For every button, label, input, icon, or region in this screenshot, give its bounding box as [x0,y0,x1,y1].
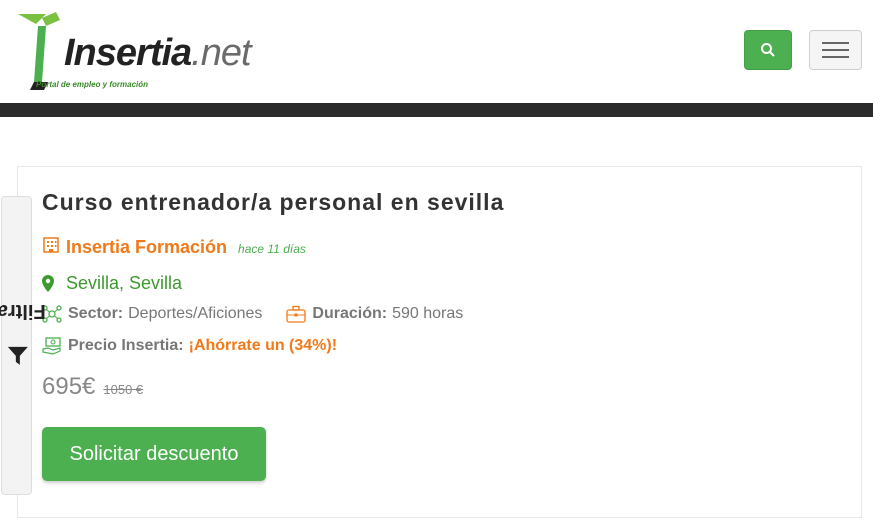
filter-label-wrap: Filtrar [0,259,45,389]
request-discount-button[interactable]: Solicitar descuento [42,427,266,481]
search-icon [761,43,775,57]
current-price: 695€ [42,373,96,400]
location-row: Sevilla, Sevilla [42,273,182,294]
hamburger-icon [822,56,849,58]
location-text[interactable]: Sevilla, Sevilla [66,273,182,294]
duration-label: Duración: [312,305,388,322]
building-icon [43,237,59,253]
posted-time: hace 11 días [238,242,306,256]
duration-value: 590 horas [392,305,464,322]
course-card: Curso entrenador/a personal en sevilla I… [17,166,862,518]
filter-tab[interactable]: Filtrar [0,196,45,495]
menu-toggle-button[interactable] [809,30,862,70]
filter-label: Filtrar [0,299,46,322]
company-row: Insertia Formación hace 11 días [42,235,306,258]
map-pin-icon [42,275,54,292]
original-price: 1050 € [103,382,144,397]
site-header: Insertia.net Portal de empleo y formació… [0,0,873,103]
logo-tagline: Portal de empleo y formación [36,80,149,89]
money-hand-icon [42,337,61,355]
funnel-icon [7,346,27,365]
logo-wordmark: Insertia.net [64,32,252,74]
search-button[interactable] [744,30,792,70]
course-title[interactable]: Curso entrenador/a personal en sevilla [42,189,504,216]
hamburger-icon [822,42,849,44]
briefcase-icon [286,305,307,323]
savings-text: ¡Ahórrate un (34%)! [188,337,338,354]
details-row: Sector: Deportes/Aficiones Duración: 590… [42,305,463,323]
hamburger-icon [822,49,849,51]
sector-label: Sector: [68,305,124,322]
price-block: 695€ 1050 € [42,373,143,401]
logo[interactable]: Insertia.net Portal de empleo y formació… [16,10,252,94]
price-info-row: Precio Insertia: ¡Ahórrate un (34%)! [42,337,337,355]
price-label: Precio Insertia: [68,337,184,354]
company-name[interactable]: Insertia Formación [66,237,227,258]
sector-value: Deportes/Aficiones [128,305,263,322]
header-divider-bar [0,103,873,117]
